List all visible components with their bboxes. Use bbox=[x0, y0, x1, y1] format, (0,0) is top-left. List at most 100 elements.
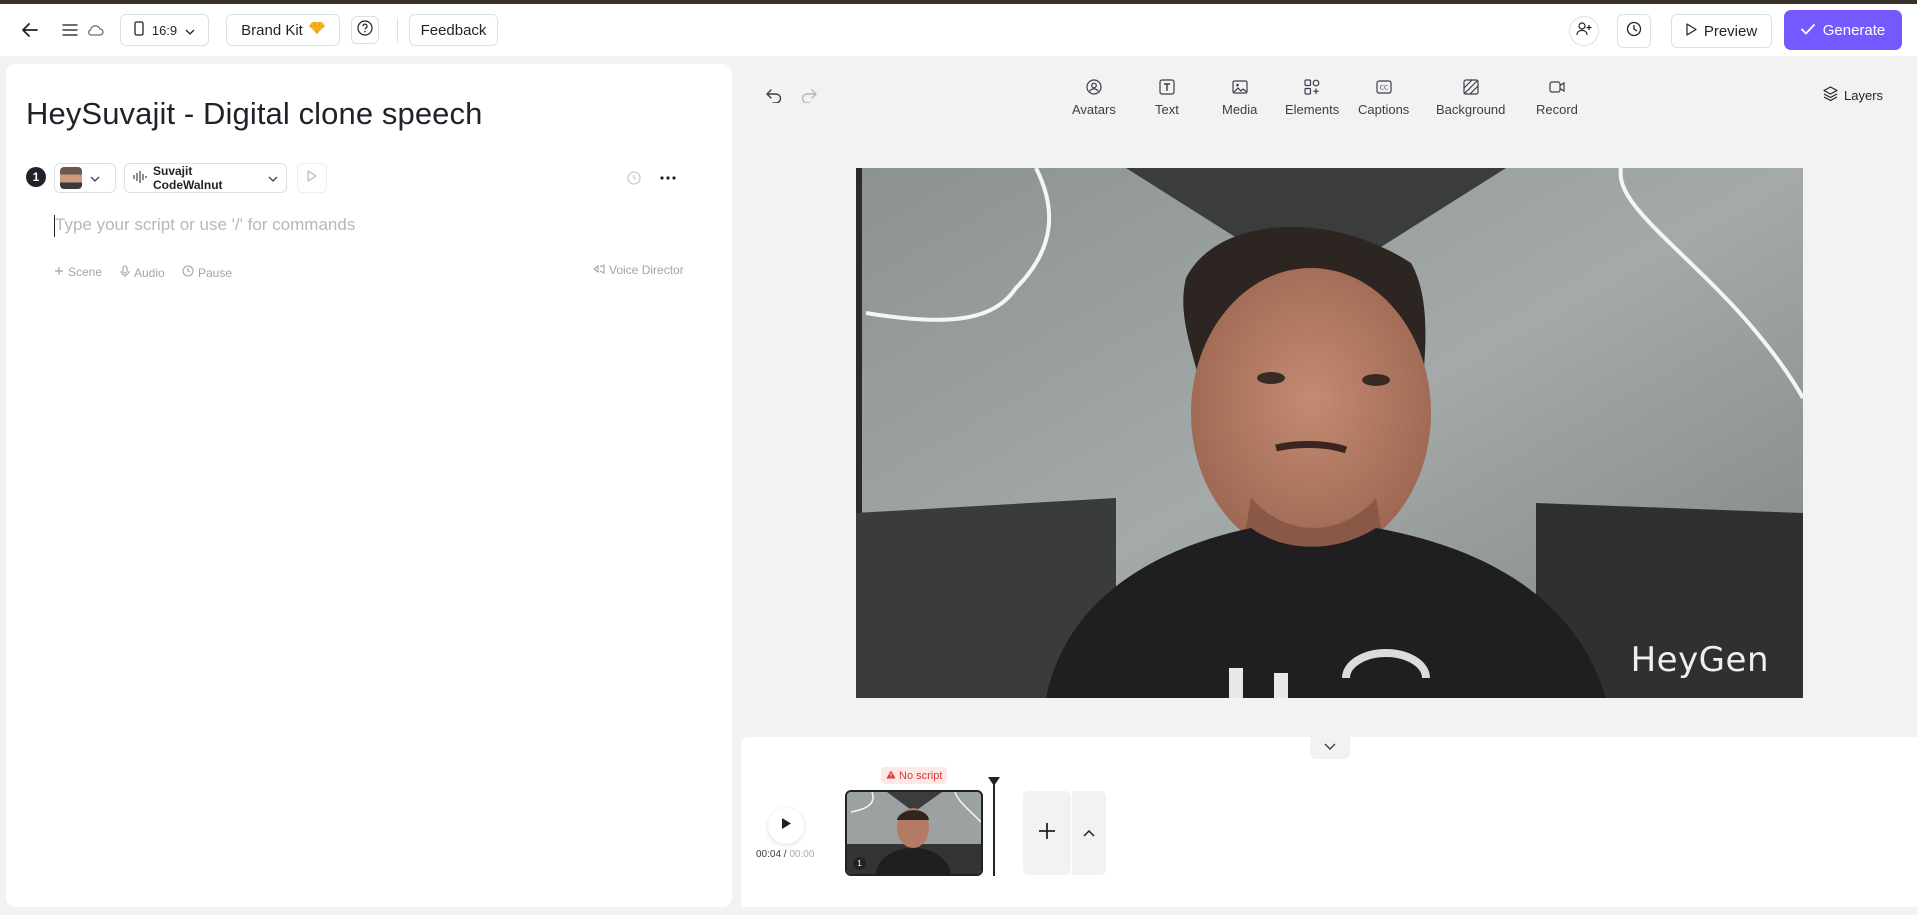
playback-time: 00:04 / 00:00 bbox=[756, 849, 814, 860]
tool-media[interactable]: Media bbox=[1222, 78, 1257, 117]
avatar-thumbnail bbox=[60, 167, 82, 189]
clip-number-badge: 1 bbox=[853, 857, 866, 870]
tool-record[interactable]: Record bbox=[1536, 78, 1578, 117]
question-icon bbox=[357, 20, 373, 40]
waveform-icon bbox=[133, 170, 147, 186]
preview-button[interactable]: Preview bbox=[1671, 14, 1772, 48]
playhead-line[interactable] bbox=[993, 782, 995, 876]
voice-director-action[interactable]: Voice Director bbox=[593, 263, 684, 277]
tool-elements[interactable]: Elements bbox=[1285, 78, 1339, 117]
media-icon bbox=[1231, 78, 1249, 96]
add-audio-action[interactable]: Audio bbox=[120, 265, 165, 280]
clock-icon bbox=[1626, 21, 1642, 41]
more-options-icon[interactable] bbox=[656, 168, 680, 188]
text-icon bbox=[1158, 78, 1176, 96]
chevron-up-icon bbox=[1083, 824, 1095, 842]
chevron-down-icon bbox=[268, 171, 278, 185]
voice-name: Suvajit CodeWalnut bbox=[153, 164, 223, 192]
tool-label: Text bbox=[1155, 102, 1179, 117]
plus-icon bbox=[54, 265, 64, 279]
elements-icon bbox=[1303, 78, 1321, 96]
tool-label: Captions bbox=[1358, 102, 1410, 117]
pause-action-label: Pause bbox=[198, 265, 233, 280]
add-collaborator-button[interactable] bbox=[1569, 16, 1599, 46]
clip-preview-image bbox=[847, 792, 981, 874]
history-button[interactable] bbox=[1617, 14, 1651, 48]
chevron-down-icon bbox=[90, 169, 100, 187]
chevron-down-icon bbox=[1324, 737, 1336, 755]
captions-icon: CC bbox=[1375, 78, 1393, 96]
tool-avatars[interactable]: Avatars bbox=[1072, 78, 1116, 117]
aspect-ratio-value: 16:9 bbox=[151, 22, 178, 38]
avatar-icon bbox=[1085, 78, 1103, 96]
regenerate-icon[interactable] bbox=[624, 168, 644, 188]
no-script-badge: No script bbox=[881, 767, 948, 784]
script-panel: HeySuvajit - Digital clone speech 1 Suva… bbox=[6, 64, 732, 907]
background-icon bbox=[1462, 78, 1480, 96]
pause-clock-icon bbox=[182, 265, 194, 280]
menu-icon[interactable] bbox=[60, 20, 80, 40]
scene-action-label: Scene bbox=[68, 265, 103, 279]
diamond-icon bbox=[308, 21, 325, 39]
warning-icon bbox=[886, 770, 896, 782]
add-scene-action[interactable]: Scene bbox=[54, 265, 102, 279]
timeline-play-button[interactable] bbox=[768, 808, 804, 844]
current-time: 00:04 bbox=[756, 849, 782, 860]
tool-label: Elements bbox=[1285, 102, 1340, 117]
play-outline-icon bbox=[307, 169, 317, 187]
script-input[interactable]: Type your script or use '/' for commands bbox=[55, 215, 355, 235]
tool-label: Record bbox=[1536, 102, 1578, 117]
aspect-ratio-dropdown[interactable]: 16:9 bbox=[120, 14, 209, 46]
generate-label: Generate bbox=[1822, 21, 1886, 39]
toolbar-divider bbox=[397, 18, 398, 42]
collapse-timeline-button[interactable] bbox=[1310, 733, 1350, 759]
layers-label: Layers bbox=[1844, 87, 1884, 103]
play-voice-button[interactable] bbox=[297, 163, 327, 193]
layers-icon bbox=[1823, 86, 1838, 104]
feedback-button[interactable]: Feedback bbox=[409, 14, 498, 46]
back-arrow-icon[interactable] bbox=[18, 18, 42, 42]
undo-icon[interactable] bbox=[764, 86, 784, 106]
chevron-down-icon bbox=[185, 23, 195, 38]
microphone-icon bbox=[120, 265, 130, 280]
redo-icon[interactable] bbox=[799, 86, 819, 106]
heygen-watermark: HeyGen bbox=[1630, 640, 1769, 680]
brand-kit-button[interactable]: Brand Kit bbox=[226, 14, 340, 46]
user-plus-icon bbox=[1576, 22, 1592, 40]
tool-background[interactable]: Background bbox=[1436, 78, 1505, 117]
play-outline-icon bbox=[1686, 22, 1697, 40]
svg-text:CC: CC bbox=[1379, 85, 1387, 92]
record-icon bbox=[1548, 78, 1566, 96]
no-script-label: No script bbox=[899, 769, 943, 782]
scene-number-badge: 1 bbox=[26, 167, 46, 187]
project-title[interactable]: HeySuvajit - Digital clone speech bbox=[26, 96, 482, 132]
tool-captions[interactable]: CC Captions bbox=[1358, 78, 1409, 117]
total-time: 00:00 bbox=[789, 849, 815, 860]
feedback-label: Feedback bbox=[420, 21, 487, 39]
voice-director-icon bbox=[593, 263, 605, 277]
scene-clip-thumbnail[interactable]: 1 bbox=[845, 790, 983, 876]
avatar-selector[interactable] bbox=[54, 163, 116, 193]
phone-icon bbox=[134, 21, 144, 39]
top-toolbar: 16:9 Brand Kit Feedback Preview bbox=[0, 4, 1917, 56]
expand-scene-options-button[interactable] bbox=[1072, 791, 1106, 875]
tool-text[interactable]: Text bbox=[1155, 78, 1179, 117]
add-scene-button[interactable] bbox=[1023, 791, 1071, 875]
voice-director-label: Voice Director bbox=[609, 263, 684, 277]
help-button[interactable] bbox=[351, 16, 379, 44]
video-canvas[interactable]: HeyGen bbox=[856, 168, 1803, 698]
tool-label: Avatars bbox=[1072, 102, 1116, 117]
preview-label: Preview bbox=[1703, 22, 1758, 40]
layers-button[interactable]: Layers bbox=[1823, 86, 1883, 104]
voice-selector[interactable]: Suvajit CodeWalnut bbox=[124, 163, 287, 193]
cloud-saved-icon bbox=[84, 20, 106, 40]
avatar-video-frame bbox=[856, 168, 1803, 698]
check-icon bbox=[1800, 22, 1815, 39]
tool-label: Media bbox=[1222, 102, 1258, 117]
play-icon bbox=[781, 817, 792, 835]
plus-icon bbox=[1038, 822, 1056, 845]
add-pause-action[interactable]: Pause bbox=[182, 265, 232, 280]
generate-button[interactable]: Generate bbox=[1784, 10, 1902, 50]
brand-kit-label: Brand Kit bbox=[241, 21, 303, 39]
tool-label: Background bbox=[1436, 102, 1506, 117]
